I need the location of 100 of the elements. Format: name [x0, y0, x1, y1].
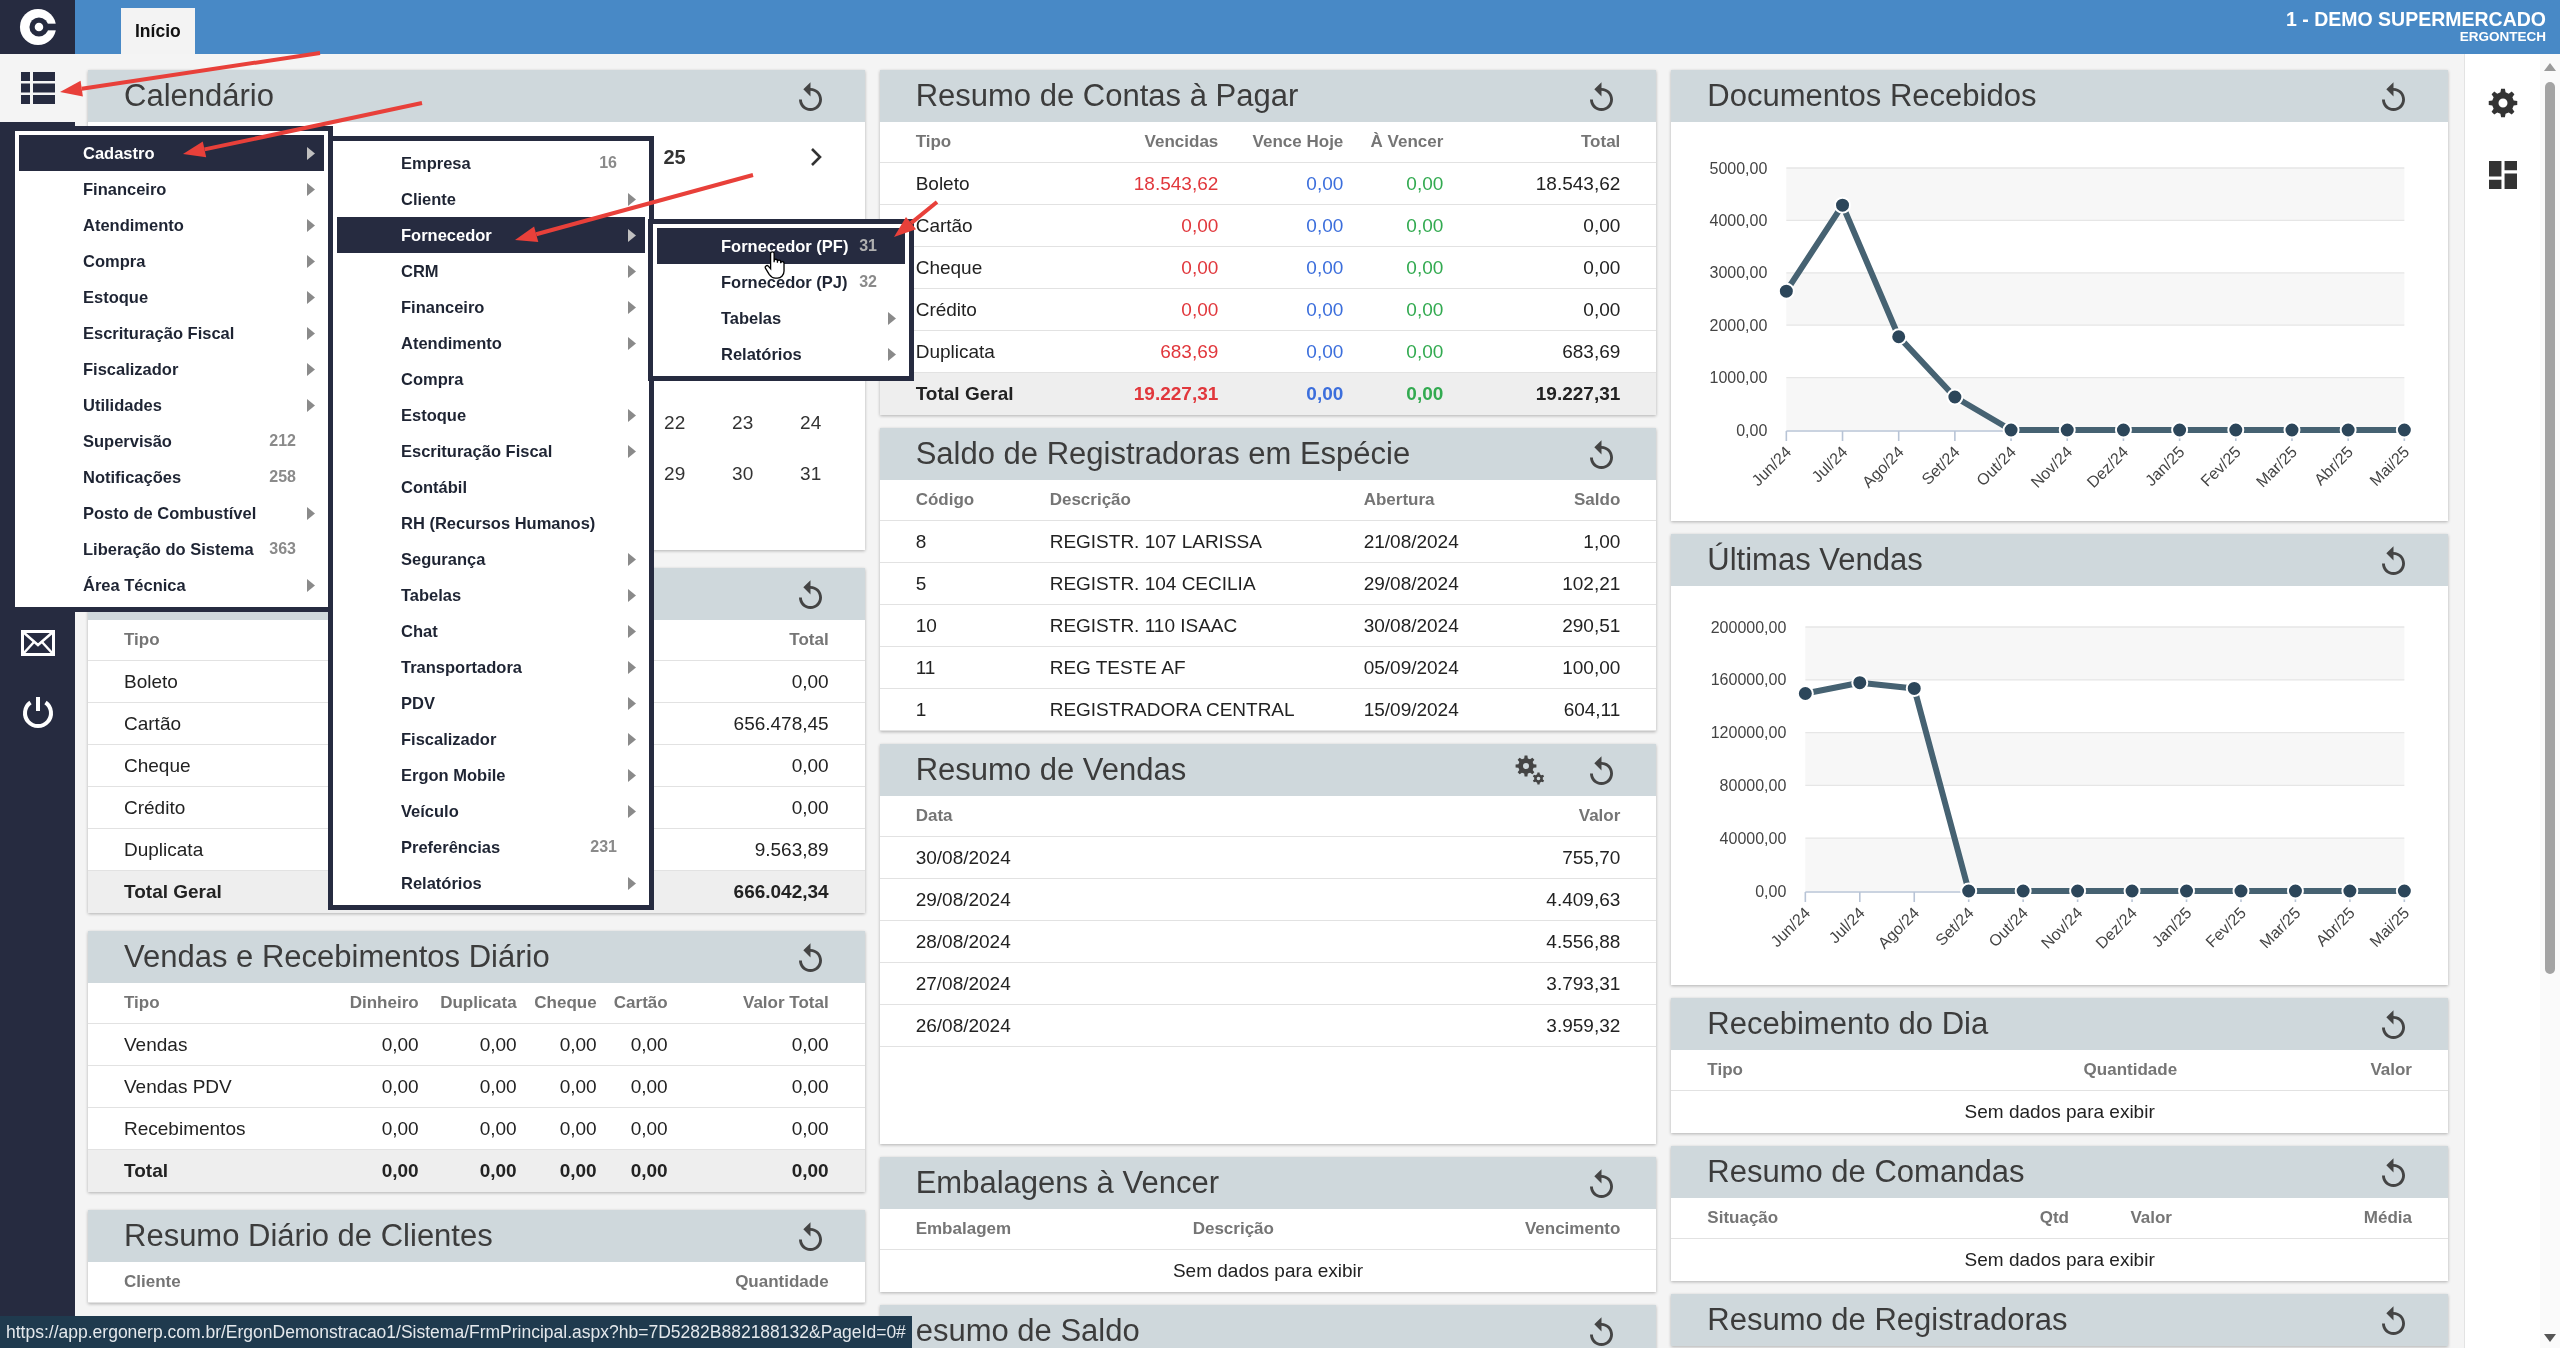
- chart-point: [2232, 882, 2250, 900]
- table-cell: 100,00: [1562, 656, 1621, 679]
- menu-item[interactable]: Tabelas: [337, 577, 645, 613]
- menu-item[interactable]: Estoque: [19, 279, 324, 315]
- table-cell: 0,00: [1306, 172, 1344, 195]
- chevron-right-icon[interactable]: [809, 147, 822, 167]
- column-header: Código: [915, 490, 975, 510]
- calendar-day[interactable]: 23: [708, 411, 777, 434]
- chart-point: [2396, 882, 2414, 900]
- logo-icon: [18, 8, 57, 46]
- refresh-icon[interactable]: [1590, 755, 1614, 785]
- menu-item[interactable]: Estoque: [337, 397, 645, 433]
- menu-item[interactable]: Veículo: [337, 793, 645, 829]
- menu-item[interactable]: Ergon Mobile: [337, 757, 645, 793]
- menu-item[interactable]: Notificações 258: [19, 459, 324, 495]
- menu-item[interactable]: PDV: [337, 685, 645, 721]
- refresh-icon[interactable]: [2382, 1305, 2405, 1335]
- menu-item[interactable]: Escrituração Fiscal: [337, 433, 645, 469]
- scroll-up-icon[interactable]: [2544, 63, 2556, 71]
- refresh-icon[interactable]: [798, 1221, 822, 1251]
- table-cell: 30/08/2024: [915, 846, 1011, 869]
- table-cell: 0,00: [791, 754, 829, 777]
- refresh-icon[interactable]: [1590, 1316, 1614, 1346]
- gears-icon[interactable]: [1515, 755, 1546, 785]
- menu-item[interactable]: Relatórios: [657, 336, 905, 372]
- calendar-day[interactable]: 24: [776, 411, 845, 434]
- menu-item[interactable]: Liberação do Sistema 363: [19, 531, 324, 567]
- menu-item[interactable]: RH (Recursos Humanos): [337, 505, 645, 541]
- table-cell: 0,00: [630, 1117, 668, 1140]
- menu-item[interactable]: Posto de Combustível: [19, 495, 324, 531]
- menu-item[interactable]: Fiscalizador: [19, 351, 324, 387]
- table-cell: Boleto: [124, 670, 178, 693]
- scroll-down-icon[interactable]: [2544, 1334, 2556, 1342]
- menu-item[interactable]: Tabelas: [657, 300, 905, 336]
- refresh-icon[interactable]: [2382, 1009, 2405, 1039]
- calendar-day[interactable]: 30: [708, 462, 777, 485]
- menu-item[interactable]: Transportadora: [337, 649, 645, 685]
- menu-item[interactable]: Fornecedor: [337, 217, 645, 253]
- menu-item[interactable]: Área Técnica: [19, 567, 324, 603]
- table-cell: 0,00: [1583, 214, 1621, 237]
- menu-item[interactable]: Supervisão 212: [19, 423, 324, 459]
- table-cell: REGISTR. 107 LARISSA: [1049, 530, 1262, 553]
- table-cell: 0,00: [1583, 298, 1621, 321]
- refresh-icon[interactable]: [2382, 1157, 2405, 1187]
- submenu-arrow-icon: [628, 444, 636, 458]
- submenu-arrow-icon: [628, 336, 636, 350]
- dashboard-icon[interactable]: [2488, 161, 2517, 189]
- menu-item[interactable]: Cliente: [337, 181, 645, 217]
- menu-item[interactable]: Fornecedor (PJ) 32: [657, 264, 905, 300]
- menu-item[interactable]: Empresa 16: [337, 145, 645, 181]
- chart-point: [2340, 421, 2357, 439]
- chart-point: [1797, 685, 1815, 703]
- menu-item[interactable]: Chat: [337, 613, 645, 649]
- chart-point: [1778, 282, 1796, 300]
- menu-item[interactable]: Financeiro: [337, 289, 645, 325]
- calendar-day[interactable]: 31: [776, 462, 845, 485]
- month-title: 25: [663, 145, 686, 169]
- settings-icon[interactable]: [2487, 88, 2518, 118]
- table-cell: 102,21: [1562, 572, 1621, 595]
- menu-item[interactable]: Contábil: [337, 469, 645, 505]
- menu-item[interactable]: Compra: [19, 243, 324, 279]
- item-count: 231: [590, 838, 617, 856]
- refresh-icon[interactable]: [2382, 81, 2405, 111]
- mail-icon[interactable]: [20, 630, 55, 656]
- refresh-icon[interactable]: [1590, 1168, 1614, 1198]
- table-cell: 18.543,62: [1133, 172, 1219, 195]
- refresh-icon[interactable]: [798, 942, 822, 972]
- menu-item[interactable]: Fiscalizador: [337, 721, 645, 757]
- table-cell: 0,00: [1583, 256, 1621, 279]
- scrollbar-thumb[interactable]: [2545, 82, 2555, 974]
- menu-button[interactable]: [0, 54, 75, 122]
- table-cell: 0,00: [1406, 214, 1444, 237]
- menu-item[interactable]: Atendimento: [337, 325, 645, 361]
- table-cell: 0,00: [559, 1117, 597, 1140]
- menu-item[interactable]: Compra: [337, 361, 645, 397]
- empty-state-text: Sem dados para exibir: [1964, 1249, 2155, 1271]
- menu-item[interactable]: Escrituração Fiscal: [19, 315, 324, 351]
- table-cell: 0,00: [791, 1075, 829, 1098]
- menu-item[interactable]: Atendimento: [19, 207, 324, 243]
- menu-item[interactable]: Utilidades: [19, 387, 324, 423]
- table-cell: 666.042,34: [733, 881, 829, 903]
- menu-item[interactable]: Relatórios: [337, 865, 645, 901]
- refresh-icon[interactable]: [798, 81, 822, 111]
- table-cell: 604,11: [1563, 698, 1621, 721]
- power-icon[interactable]: [20, 695, 55, 729]
- axis-tick-label: 200000,00: [1711, 618, 1787, 636]
- menu-item[interactable]: Preferências 231: [337, 829, 645, 865]
- menu-item[interactable]: Financeiro: [19, 171, 324, 207]
- refresh-icon[interactable]: [1590, 439, 1614, 469]
- refresh-icon[interactable]: [798, 579, 822, 609]
- refresh-icon[interactable]: [2382, 545, 2405, 575]
- menu-item[interactable]: Cadastro: [19, 135, 324, 171]
- column-header: Descrição: [1192, 1219, 1274, 1239]
- home-tab[interactable]: Início: [121, 8, 195, 54]
- menu-item[interactable]: Segurança: [337, 541, 645, 577]
- menu-item[interactable]: Fornecedor (PF) 31: [657, 228, 905, 264]
- refresh-icon[interactable]: [1590, 81, 1614, 111]
- submenu-arrow-icon: [307, 398, 315, 412]
- menu-item[interactable]: CRM: [337, 253, 645, 289]
- table-cell: Cartão: [124, 712, 182, 735]
